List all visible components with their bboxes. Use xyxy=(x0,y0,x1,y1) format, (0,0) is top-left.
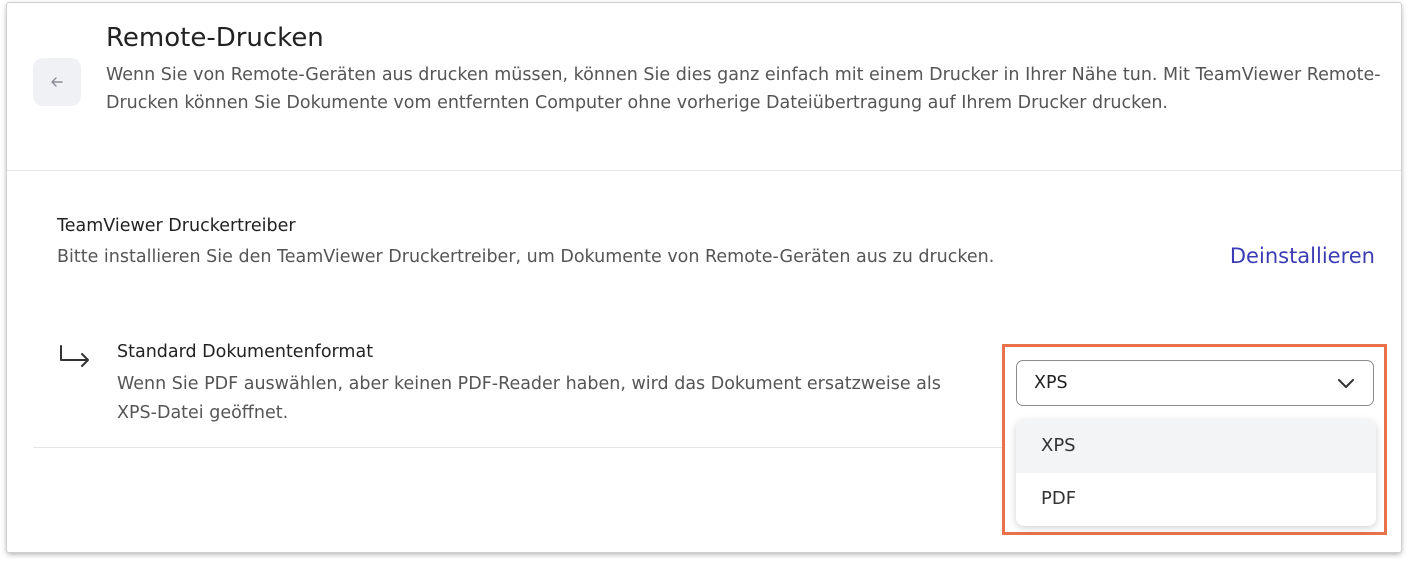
driver-description: Bitte installieren Sie den TeamViewer Dr… xyxy=(57,247,995,267)
page-header: Remote-Drucken Wenn Sie von Remote-Gerät… xyxy=(7,3,1401,171)
driver-title: TeamViewer Druckertreiber xyxy=(57,216,296,236)
option-label: XPS xyxy=(1041,435,1076,456)
subdirectory-arrow-icon xyxy=(60,345,89,367)
format-select-value: XPS xyxy=(1034,373,1068,393)
format-title: Standard Dokumentenformat xyxy=(117,342,374,362)
section-divider xyxy=(33,447,1003,448)
back-button[interactable] xyxy=(33,58,81,106)
format-description: Wenn Sie PDF auswählen, aber keinen PDF-… xyxy=(117,374,941,423)
format-select[interactable]: XPS xyxy=(1016,360,1374,406)
arrow-left-icon xyxy=(51,77,63,87)
page-title: Remote-Drucken xyxy=(106,23,324,53)
settings-panel: Remote-Drucken Wenn Sie von Remote-Gerät… xyxy=(7,3,1401,552)
format-dropdown-menu: XPS PDF xyxy=(1016,420,1376,526)
uninstall-link[interactable]: Deinstallieren xyxy=(1230,244,1375,268)
option-pdf[interactable]: PDF xyxy=(1016,473,1376,526)
option-label: PDF xyxy=(1041,488,1077,509)
option-xps[interactable]: XPS xyxy=(1016,420,1376,473)
page-description: Wenn Sie von Remote-Geräten aus drucken … xyxy=(106,65,1381,113)
chevron-down-icon xyxy=(1338,379,1354,388)
